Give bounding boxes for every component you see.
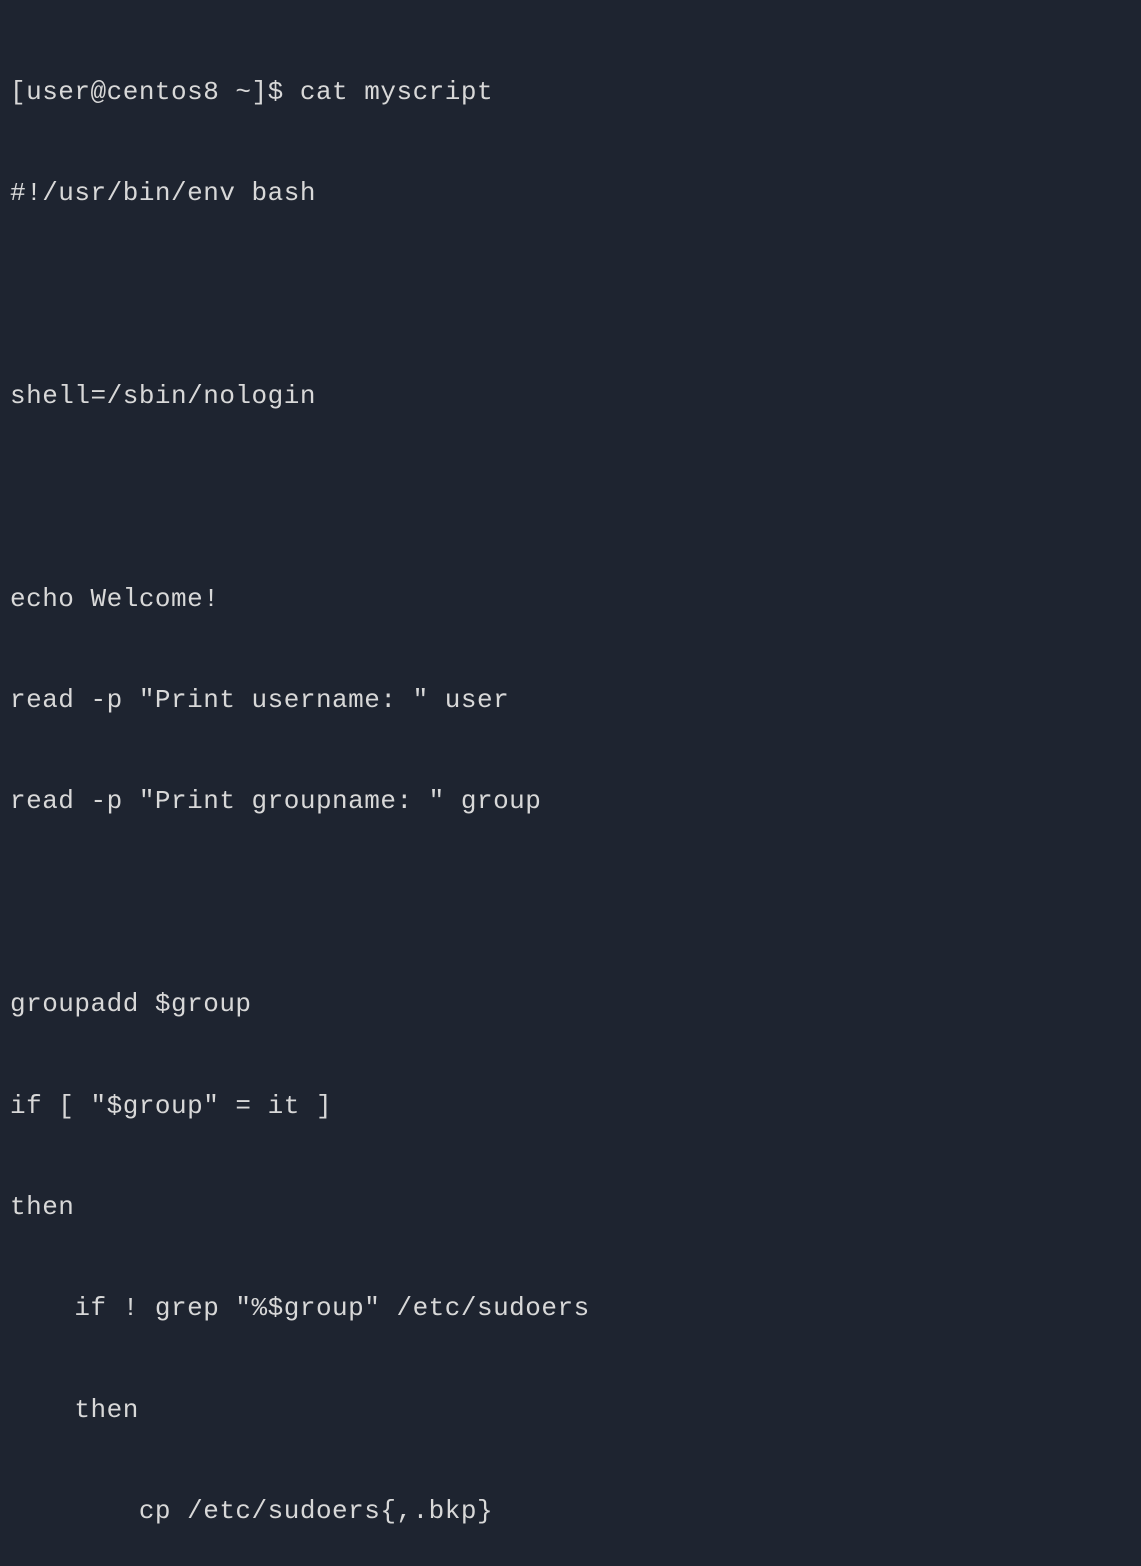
terminal-line: then (10, 1394, 1131, 1428)
terminal-line (10, 278, 1131, 312)
terminal-line: cp /etc/sudoers{,.bkp} (10, 1495, 1131, 1529)
terminal-line: if ! grep "%$group" /etc/sudoers (10, 1292, 1131, 1326)
terminal-line: #!/usr/bin/env bash (10, 177, 1131, 211)
terminal-line: if [ "$group" = it ] (10, 1090, 1131, 1124)
terminal-window[interactable]: [user@centos8 ~]$ cat myscript #!/usr/bi… (10, 8, 1131, 1566)
terminal-line (10, 887, 1131, 921)
terminal-line: [user@centos8 ~]$ cat myscript (10, 76, 1131, 110)
terminal-line: shell=/sbin/nologin (10, 380, 1131, 414)
terminal-line: read -p "Print username: " user (10, 684, 1131, 718)
terminal-line: read -p "Print groupname: " group (10, 785, 1131, 819)
terminal-line (10, 481, 1131, 515)
terminal-line: groupadd $group (10, 988, 1131, 1022)
terminal-line: echo Welcome! (10, 583, 1131, 617)
terminal-line: then (10, 1191, 1131, 1225)
